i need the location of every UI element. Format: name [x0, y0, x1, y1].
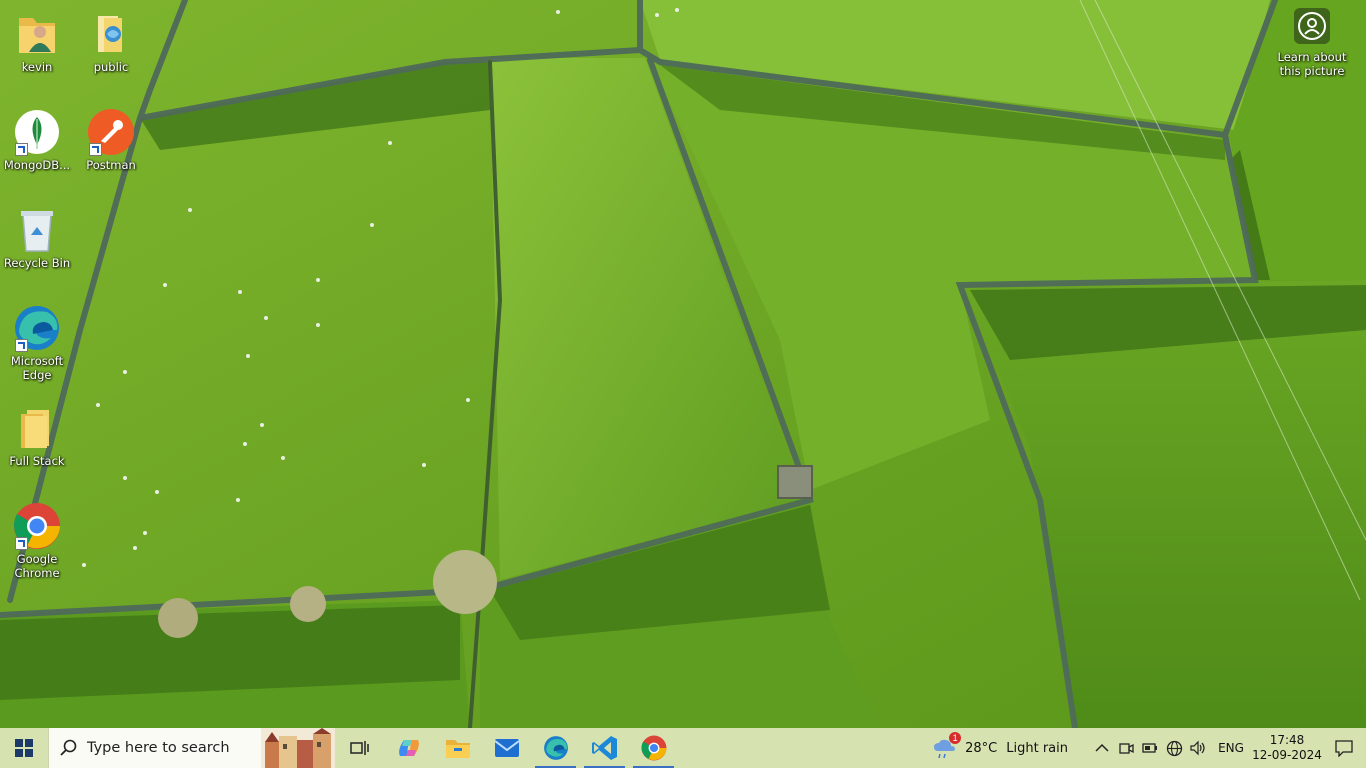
taskbar-chrome[interactable] [629, 728, 678, 768]
public-folder-icon [87, 10, 135, 58]
notification-icon [1335, 740, 1353, 757]
shortcut-arrow-icon [15, 339, 28, 352]
camera-icon [1119, 743, 1134, 754]
desktop-icon-edge[interactable]: Microsoft Edge [1, 304, 73, 382]
weather-widget[interactable]: 1 28°C Light rain [933, 728, 1078, 768]
taskbar-mail[interactable] [482, 728, 531, 768]
copilot-icon [398, 740, 419, 756]
search-icon [60, 739, 77, 756]
desktop-icon-label: Full Stack [9, 454, 65, 468]
vscode-icon [591, 736, 617, 760]
clock-time: 17:48 [1269, 733, 1305, 747]
clock-date: 12-09-2024 [1252, 748, 1322, 762]
search-box[interactable]: Type here to search [48, 728, 335, 768]
weather-condition: Light rain [1006, 740, 1068, 756]
clock-button[interactable]: 17:48 12-09-2024 [1252, 728, 1322, 768]
desktop-wallpaper [0, 0, 1366, 728]
chrome-icon [641, 735, 666, 761]
mongodb-icon [13, 108, 61, 156]
show-hidden-icons-button[interactable] [1090, 728, 1114, 768]
edge-icon [13, 304, 61, 352]
desktop-icon-label: MongoDB... [3, 158, 71, 172]
taskbar-file-explorer[interactable] [433, 728, 482, 768]
search-highlight-art-icon [261, 728, 335, 768]
desktop-icon-label: kevin [21, 60, 53, 74]
folder-icon [13, 404, 61, 452]
shortcut-arrow-icon [15, 143, 28, 156]
system-tray: 1 28°C Light rain ENG 17:48 12-09-2024 [933, 728, 1366, 768]
desktop-icon-label: Postman [86, 158, 136, 172]
file-explorer-icon [445, 740, 470, 758]
language-label: ENG [1218, 741, 1244, 755]
search-placeholder: Type here to search [87, 740, 230, 756]
desktop-icon-label: Recycle Bin [3, 256, 71, 270]
learn-about-picture[interactable]: Learn about this picture [1271, 8, 1353, 78]
shortcut-arrow-icon [15, 537, 28, 550]
weather-alert-badge: 1 [949, 732, 962, 744]
learn-about-label: Learn about this picture [1277, 50, 1347, 78]
user-folder-icon [13, 10, 61, 58]
chrome-icon [13, 502, 61, 550]
chevron-up-icon [1095, 743, 1109, 752]
task-view-icon [349, 741, 369, 755]
weather-cloud-rain-icon: 1 [933, 732, 962, 759]
windows-logo-icon [15, 739, 33, 757]
desktop-icon-chrome[interactable]: Google Chrome [1, 502, 73, 580]
globe-icon [1166, 740, 1182, 756]
battery-button[interactable] [1138, 728, 1162, 768]
volume-button[interactable] [1186, 728, 1210, 768]
start-button[interactable] [0, 728, 48, 768]
desktop-icon-recycle-bin[interactable]: Recycle Bin [1, 206, 73, 270]
desktop-icon-label: Google Chrome [14, 552, 60, 580]
battery-icon [1142, 743, 1157, 753]
desktop-icon-kevin[interactable]: kevin [1, 10, 73, 74]
input-language-button[interactable]: ENG [1210, 728, 1252, 768]
meet-now-button[interactable] [1114, 728, 1138, 768]
shortcut-arrow-icon [89, 143, 102, 156]
taskbar-vscode[interactable] [580, 728, 629, 768]
desktop-icon-public[interactable]: public [75, 10, 147, 74]
desktop-icon-full-stack[interactable]: Full Stack [1, 404, 73, 468]
action-center-button[interactable] [1322, 728, 1366, 768]
mail-icon [493, 739, 520, 757]
postman-icon [87, 108, 135, 156]
desktop-icon-label: Microsoft Edge [10, 354, 64, 382]
taskbar-edge[interactable] [531, 728, 580, 768]
taskbar: Type here to search 1 28°C Light rain EN… [0, 728, 1366, 768]
desktop-icon-mongodb[interactable]: MongoDB... [1, 108, 73, 172]
weather-temp: 28°C [965, 740, 998, 756]
taskbar-task-view[interactable] [335, 728, 384, 768]
network-button[interactable] [1162, 728, 1186, 768]
desktop-icon-postman[interactable]: Postman [75, 108, 147, 172]
taskbar-copilot[interactable] [384, 728, 433, 768]
edge-icon [543, 736, 568, 760]
recycle-bin-icon [13, 206, 61, 254]
spotlight-camera-icon [1294, 8, 1330, 44]
desktop-icon-label: public [93, 60, 129, 74]
speaker-icon [1190, 740, 1205, 756]
